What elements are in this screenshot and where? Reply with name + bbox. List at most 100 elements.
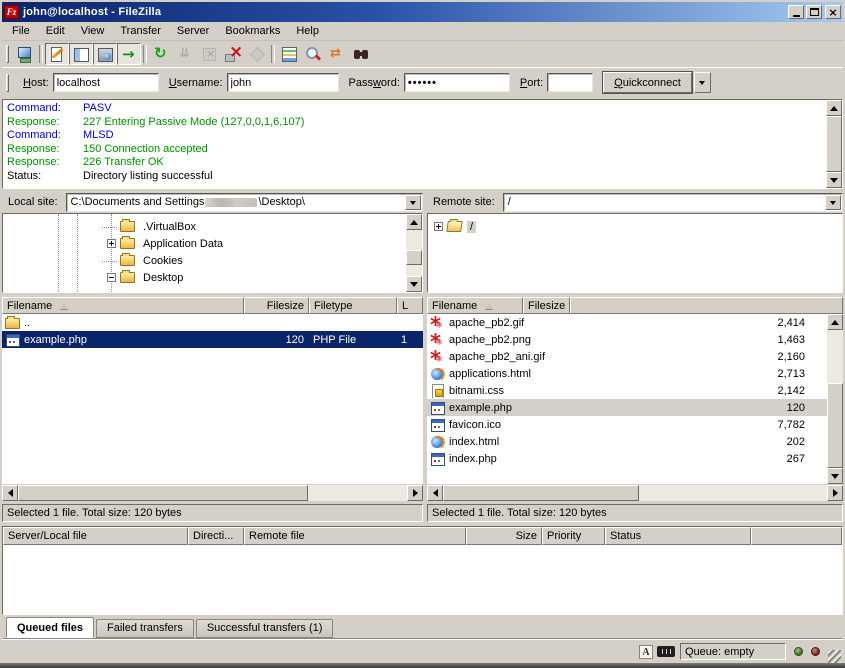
local-tree-scrollbar[interactable] bbox=[406, 214, 422, 292]
close-button[interactable]: × bbox=[825, 5, 841, 19]
toggle-local-tree-icon bbox=[72, 45, 90, 63]
file-row[interactable]: .. bbox=[2, 314, 423, 331]
password-input[interactable] bbox=[404, 73, 510, 92]
column-header[interactable]: Filetype bbox=[309, 297, 397, 314]
local-horizontal-scrollbar[interactable] bbox=[2, 485, 423, 501]
maximize-button[interactable] bbox=[806, 5, 822, 19]
toolbar-button[interactable] bbox=[45, 43, 69, 65]
filter-icon bbox=[280, 45, 298, 63]
column-header[interactable]: Filesize bbox=[523, 297, 570, 314]
file-row[interactable]: index.html 202 bbox=[427, 433, 827, 450]
menu-item[interactable]: View bbox=[73, 23, 113, 39]
menu-item[interactable]: File bbox=[4, 23, 38, 39]
menu-item[interactable]: Transfer bbox=[112, 23, 169, 39]
queue-tab[interactable]: Failed transfers bbox=[96, 619, 194, 638]
tree-expander[interactable] bbox=[434, 222, 443, 231]
quickconnect-button[interactable]: Quickconnect bbox=[603, 72, 692, 93]
log-vertical-scrollbar[interactable] bbox=[826, 100, 842, 188]
port-input[interactable] bbox=[547, 73, 593, 92]
combo-dropdown-icon[interactable] bbox=[405, 195, 421, 210]
minimize-button[interactable] bbox=[788, 5, 804, 19]
toolbar-button[interactable] bbox=[69, 43, 93, 65]
column-header[interactable]: Status bbox=[605, 527, 751, 545]
column-header[interactable]: L bbox=[397, 297, 423, 314]
file-row[interactable]: example.php 120 PHP File 1 bbox=[2, 331, 423, 348]
toolbar-button[interactable] bbox=[197, 43, 221, 65]
scroll-left-icon[interactable] bbox=[427, 485, 443, 501]
tree-item[interactable]: Application Data bbox=[3, 235, 406, 252]
tree-expander[interactable] bbox=[107, 273, 116, 282]
column-header[interactable]: Server/Local file bbox=[3, 527, 188, 545]
resize-grip[interactable] bbox=[828, 650, 841, 663]
tree-item[interactable]: Cookies bbox=[3, 252, 406, 269]
apache-file-icon bbox=[430, 350, 445, 364]
file-row[interactable]: bitnami.css 2,142 bbox=[427, 382, 827, 399]
scroll-right-icon[interactable] bbox=[407, 485, 423, 501]
queue-tab[interactable]: Successful transfers (1) bbox=[196, 619, 334, 638]
column-header[interactable] bbox=[751, 527, 842, 545]
toolbar-button[interactable] bbox=[93, 43, 117, 65]
column-header[interactable]: Filename bbox=[2, 297, 244, 314]
local-file-list: .. example.php 120 PHP File 1 bbox=[2, 314, 423, 484]
toolbar-button[interactable] bbox=[301, 43, 325, 65]
file-row[interactable]: favicon.ico 7,782 bbox=[427, 416, 827, 433]
file-row[interactable]: index.php 267 bbox=[427, 450, 827, 467]
tree-item[interactable]: .VirtualBox bbox=[3, 218, 406, 235]
toolbar-button[interactable] bbox=[277, 43, 301, 65]
tree-expander[interactable] bbox=[107, 222, 116, 231]
scroll-up-icon[interactable] bbox=[827, 314, 843, 330]
column-header[interactable]: Remote file bbox=[244, 527, 466, 545]
host-input[interactable] bbox=[53, 73, 159, 92]
column-header[interactable]: Priority bbox=[542, 527, 605, 545]
transfer-type-ascii-icon: A bbox=[639, 645, 653, 659]
toolbar-button[interactable] bbox=[325, 43, 349, 65]
scroll-right-icon[interactable] bbox=[827, 485, 843, 501]
scroll-left-icon[interactable] bbox=[2, 485, 18, 501]
title-bar: Fz john@localhost - FileZilla × bbox=[2, 2, 843, 22]
toolbar-button[interactable] bbox=[221, 43, 245, 65]
scroll-down-icon[interactable] bbox=[826, 172, 842, 188]
file-row[interactable]: apache_pb2_ani.gif 2,160 bbox=[427, 348, 827, 365]
queue-tab[interactable]: Queued files bbox=[6, 617, 94, 638]
toolbar-button[interactable] bbox=[245, 43, 269, 65]
tree-item[interactable]: Desktop bbox=[3, 269, 406, 286]
toolbar-button[interactable] bbox=[173, 43, 197, 65]
menu-item[interactable]: Help bbox=[288, 23, 327, 39]
column-header[interactable]: Filesize bbox=[244, 297, 309, 314]
menu-item[interactable]: Edit bbox=[38, 23, 73, 39]
remote-site-combobox[interactable]: / bbox=[503, 193, 843, 212]
scroll-down-icon[interactable] bbox=[406, 276, 422, 292]
html-file-icon bbox=[430, 367, 445, 381]
menu-item[interactable]: Bookmarks bbox=[217, 23, 288, 39]
toolbar-gripper[interactable] bbox=[6, 45, 9, 63]
toolbar-button[interactable] bbox=[149, 43, 173, 65]
local-site-combobox[interactable]: C:\Documents and Settings\Desktop\ bbox=[66, 193, 423, 212]
username-input[interactable] bbox=[227, 73, 339, 92]
toolbar-button[interactable] bbox=[13, 43, 37, 65]
quickconnect-gripper[interactable] bbox=[6, 74, 9, 92]
combo-dropdown-icon[interactable] bbox=[825, 195, 841, 210]
file-row[interactable]: apache_pb2.gif 2,414 bbox=[427, 314, 827, 331]
tree-expander[interactable] bbox=[107, 239, 116, 248]
log-line: Response:226 Transfer OK bbox=[7, 156, 826, 170]
file-row[interactable]: apache_pb2.png 1,463 bbox=[427, 331, 827, 348]
scroll-up-icon[interactable] bbox=[826, 100, 842, 116]
queue-body bbox=[3, 545, 842, 614]
file-row[interactable]: applications.html 2,713 bbox=[427, 365, 827, 382]
column-header[interactable]: Filename bbox=[427, 297, 523, 314]
quickconnect-dropdown-button[interactable] bbox=[694, 72, 711, 93]
scroll-down-icon[interactable] bbox=[827, 468, 843, 484]
file-row[interactable]: example.php 120 bbox=[427, 399, 827, 416]
remote-horizontal-scrollbar[interactable] bbox=[427, 485, 843, 501]
column-header[interactable]: Directi... bbox=[188, 527, 244, 545]
toolbar-button[interactable] bbox=[117, 43, 141, 65]
tree-expander[interactable] bbox=[107, 256, 116, 265]
process-queue-icon bbox=[176, 45, 194, 63]
remote-list-scrollbar[interactable] bbox=[827, 314, 843, 484]
find-files-icon bbox=[352, 45, 370, 63]
tree-item[interactable]: / bbox=[428, 218, 842, 235]
menu-item[interactable]: Server bbox=[169, 23, 217, 39]
column-header[interactable]: Size bbox=[466, 527, 542, 545]
scroll-up-icon[interactable] bbox=[406, 214, 422, 230]
toolbar-button[interactable] bbox=[349, 43, 373, 65]
